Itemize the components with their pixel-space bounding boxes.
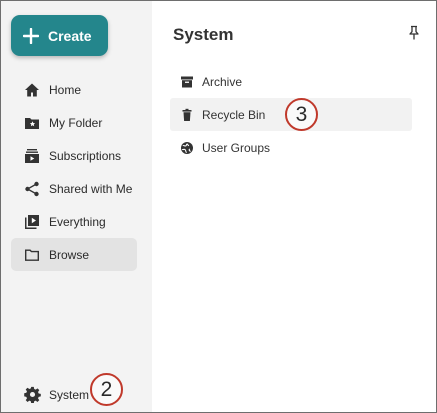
sidebar-item-home[interactable]: Home: [11, 73, 137, 106]
archive-icon: [180, 75, 194, 89]
sidebar-item-label: Home: [49, 82, 82, 97]
sidebar-item-browse[interactable]: Browse: [11, 238, 137, 271]
home-icon: [23, 81, 41, 99]
pin-icon[interactable]: [407, 25, 421, 41]
callout-marker: 2: [90, 373, 123, 406]
sidebar-item-shared-with-me[interactable]: Shared with Me: [11, 172, 137, 205]
sidebar-item-label: My Folder: [49, 115, 103, 130]
plus-icon: [23, 27, 39, 44]
panel-item-label: Archive: [202, 74, 243, 89]
panel-item-archive[interactable]: Archive: [170, 65, 412, 98]
folder-icon: [23, 246, 41, 264]
callout-marker: 3: [285, 98, 318, 131]
system-panel: System Archive Recycle Bin User Groups 3: [152, 1, 436, 412]
panel-item-label: Recycle Bin: [202, 107, 266, 122]
sidebar-item-label: Shared with Me: [49, 181, 133, 196]
sidebar-item-subscriptions[interactable]: Subscriptions: [11, 139, 137, 172]
starred-folder-icon: [23, 114, 41, 132]
globe-icon: [180, 141, 194, 155]
share-icon: [23, 180, 41, 198]
gear-icon: [23, 386, 41, 404]
sidebar-nav: Home My Folder Subscriptions Shared with…: [11, 73, 137, 271]
sidebar-item-label: System: [49, 387, 90, 402]
video-library-icon: [23, 213, 41, 231]
sidebar-item-label: Everything: [49, 214, 106, 229]
app-window: Create Home My Folder Subscriptions Shar…: [0, 0, 437, 413]
panel-item-label: User Groups: [202, 140, 271, 155]
sidebar: Create Home My Folder Subscriptions Shar…: [1, 1, 152, 412]
sidebar-item-label: Subscriptions: [49, 148, 122, 163]
sidebar-item-my-folder[interactable]: My Folder: [11, 106, 137, 139]
create-button[interactable]: Create: [11, 15, 108, 56]
trash-icon: [180, 108, 194, 122]
sidebar-item-label: Browse: [49, 247, 90, 262]
create-button-label: Create: [48, 27, 92, 44]
sidebar-item-everything[interactable]: Everything: [11, 205, 137, 238]
panel-item-user-groups[interactable]: User Groups: [170, 131, 412, 164]
subscriptions-icon: [23, 147, 41, 165]
panel-title: System: [173, 25, 234, 44]
